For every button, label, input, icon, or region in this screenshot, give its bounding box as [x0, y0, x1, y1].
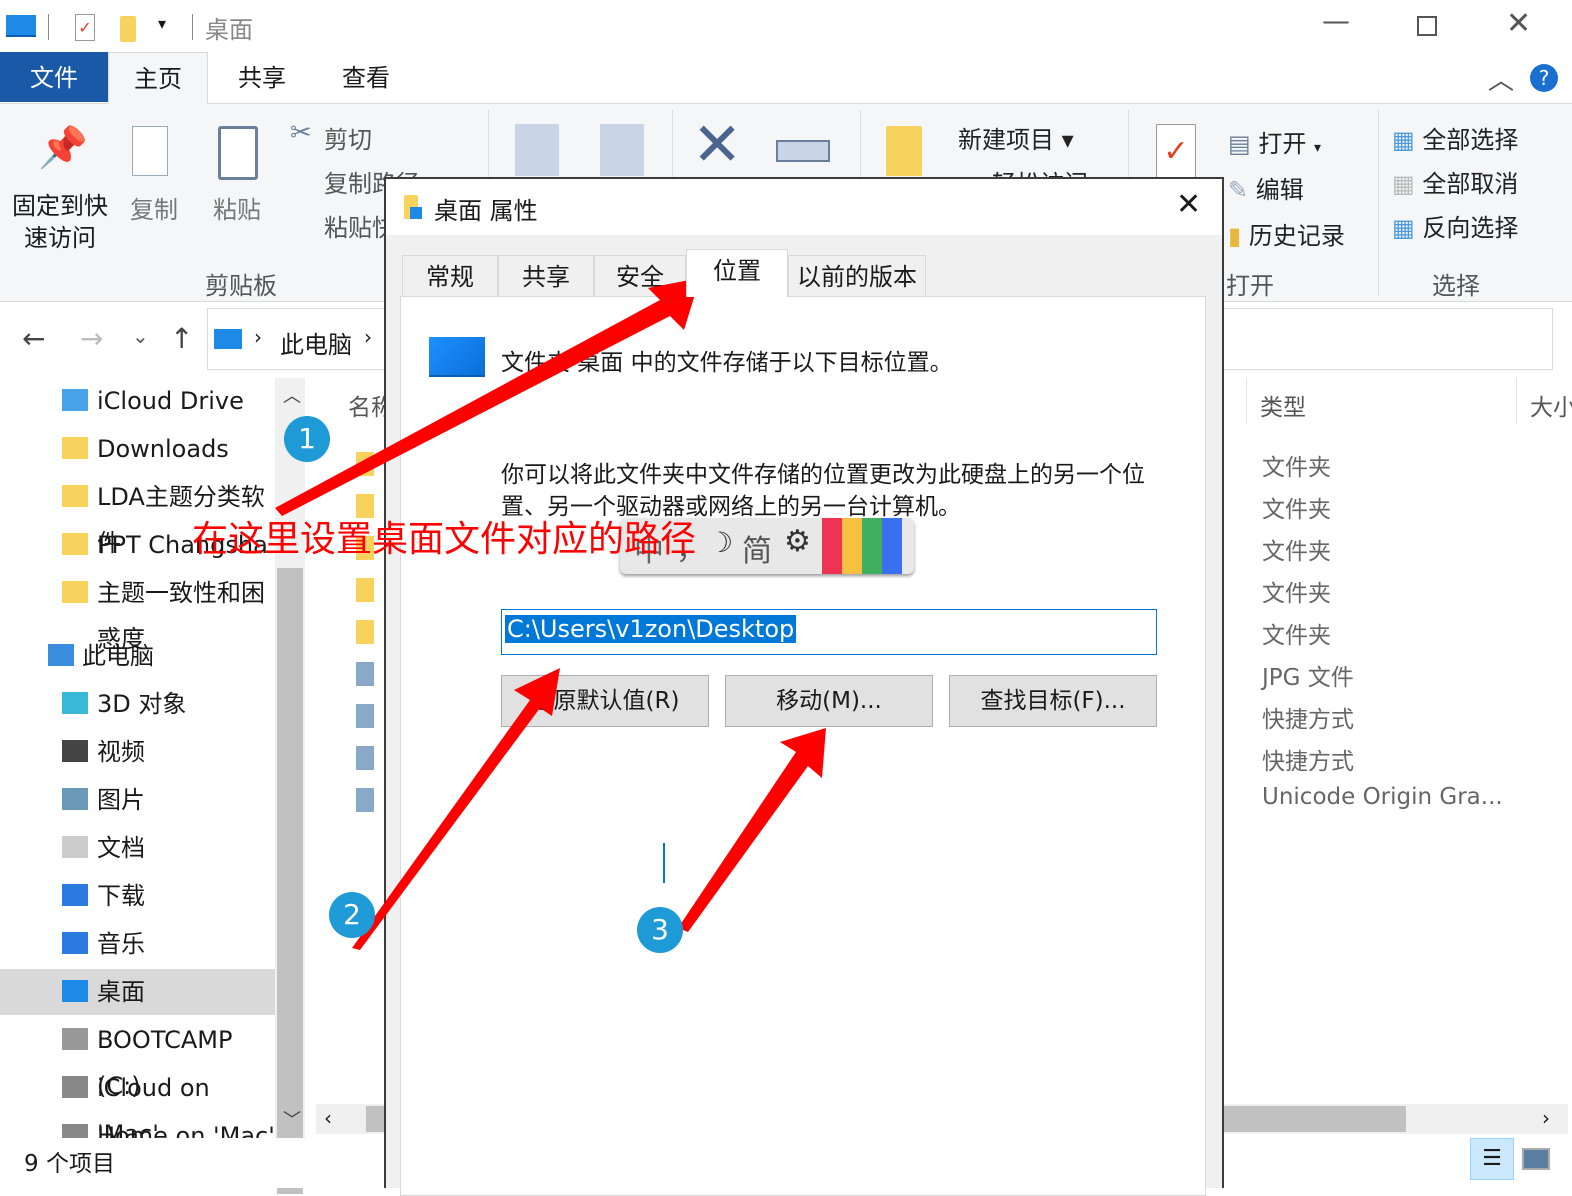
step-3-badge: 3 — [637, 907, 683, 953]
annotation-note: 在这里设置桌面文件对应的路径 — [192, 519, 697, 560]
annotation-arrows — [275, 278, 826, 950]
arrow-1 — [275, 278, 700, 516]
dialog-tab[interactable]: 位置 — [686, 249, 788, 297]
arrow-2 — [352, 668, 560, 950]
step-2-badge: 2 — [329, 892, 375, 938]
arrow-3 — [678, 728, 826, 932]
step-1-badge: 1 — [284, 416, 330, 462]
